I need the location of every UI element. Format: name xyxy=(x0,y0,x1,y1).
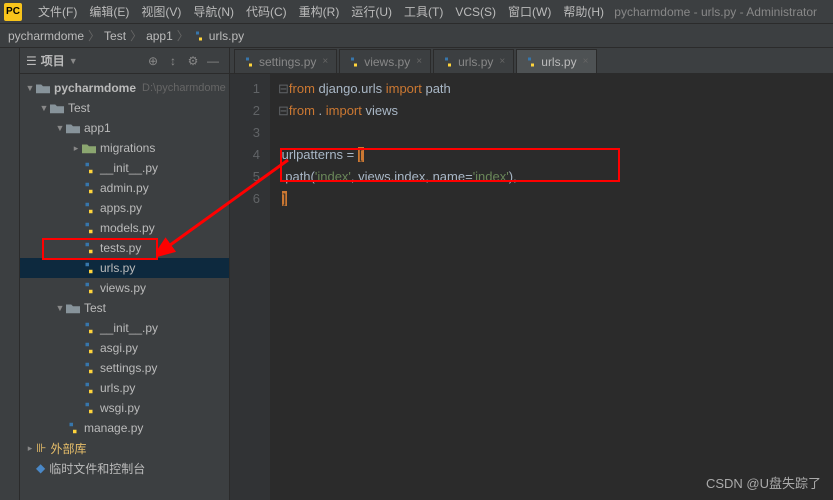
tree-file-init[interactable]: __init__.py xyxy=(20,158,229,178)
project-icon: ☰ xyxy=(26,54,37,68)
tree-app1-folder[interactable]: ▼app1 xyxy=(20,118,229,138)
pycharm-icon: PC xyxy=(4,3,22,21)
dropdown-icon[interactable]: ▼ xyxy=(69,56,78,66)
close-icon[interactable]: × xyxy=(416,56,422,67)
watermark: CSDN @U盘失踪了 xyxy=(706,473,821,492)
tree-file2-wsgi[interactable]: wsgi.py xyxy=(20,398,229,418)
menu-navigate[interactable]: 导航(N) xyxy=(187,3,240,20)
tab-urls-1[interactable]: urls.py× xyxy=(433,49,514,73)
close-icon[interactable]: × xyxy=(583,56,589,67)
menu-run[interactable]: 运行(U) xyxy=(345,3,398,20)
gear-icon[interactable]: ⚙ xyxy=(183,51,203,71)
left-gutter xyxy=(0,48,20,500)
tree-file-admin[interactable]: admin.py xyxy=(20,178,229,198)
editor-tabs: settings.py× views.py× urls.py× urls.py× xyxy=(230,48,833,74)
tree-test-folder[interactable]: ▼Test xyxy=(20,98,229,118)
tab-urls-2-active[interactable]: urls.py× xyxy=(516,49,597,73)
menu-window[interactable]: 窗口(W) xyxy=(502,3,557,20)
project-pane: ☰ 项目 ▼ ⊕ ↕ ⚙ — ▼pycharmdomeD:\pycharmdom… xyxy=(20,48,230,500)
tree-file-models[interactable]: models.py xyxy=(20,218,229,238)
close-icon[interactable]: × xyxy=(499,56,505,67)
menu-file[interactable]: 文件(F) xyxy=(32,3,83,20)
menu-code[interactable]: 代码(C) xyxy=(240,3,293,20)
line-gutter: 123456 xyxy=(230,74,270,500)
window-title: pycharmdome - urls.py - Administrator xyxy=(614,5,829,19)
crumb-sep: 〉 xyxy=(177,27,189,44)
tree-file2-asgi[interactable]: asgi.py xyxy=(20,338,229,358)
crumb-test[interactable]: Test xyxy=(104,29,126,43)
tree-file2-settings[interactable]: settings.py xyxy=(20,358,229,378)
tree-test2-folder[interactable]: ▼Test xyxy=(20,298,229,318)
menu-refactor[interactable]: 重构(R) xyxy=(293,3,346,20)
tree-file-apps[interactable]: apps.py xyxy=(20,198,229,218)
menu-tools[interactable]: 工具(T) xyxy=(398,3,449,20)
pane-title: 项目 xyxy=(41,52,65,69)
tree-migrations[interactable]: ▸migrations xyxy=(20,138,229,158)
menu-edit[interactable]: 编辑(E) xyxy=(83,3,135,20)
select-opened-icon[interactable]: ⊕ xyxy=(143,51,163,71)
tab-settings[interactable]: settings.py× xyxy=(234,49,337,73)
tree-file2-urls[interactable]: urls.py xyxy=(20,378,229,398)
tree-file-urls-selected[interactable]: urls.py xyxy=(20,258,229,278)
crumb-sep: 〉 xyxy=(130,27,142,44)
tree-file2-init[interactable]: __init__.py xyxy=(20,318,229,338)
breadcrumb: pycharmdome 〉 Test 〉 app1 〉 urls.py xyxy=(0,24,833,48)
code-area[interactable]: 123456 ⊟from django.urls import path ⊟fr… xyxy=(230,74,833,500)
tree-root[interactable]: ▼pycharmdomeD:\pycharmdome xyxy=(20,78,229,98)
crumb-file[interactable]: urls.py xyxy=(209,29,244,43)
project-tree[interactable]: ▼pycharmdomeD:\pycharmdome ▼Test ▼app1 ▸… xyxy=(20,74,229,500)
tree-file-views[interactable]: views.py xyxy=(20,278,229,298)
crumb-sep: 〉 xyxy=(88,27,100,44)
tree-file-tests[interactable]: tests.py xyxy=(20,238,229,258)
titlebar: PC 文件(F) 编辑(E) 视图(V) 导航(N) 代码(C) 重构(R) 运… xyxy=(0,0,833,24)
hide-icon[interactable]: — xyxy=(203,51,223,71)
crumb-app1[interactable]: app1 xyxy=(146,29,173,43)
scratches[interactable]: ◆临时文件和控制台 xyxy=(20,458,229,478)
tree-manage[interactable]: manage.py xyxy=(20,418,229,438)
close-icon[interactable]: × xyxy=(322,56,328,67)
crumb-root[interactable]: pycharmdome xyxy=(8,29,84,43)
editor: settings.py× views.py× urls.py× urls.py×… xyxy=(230,48,833,500)
tab-views[interactable]: views.py× xyxy=(339,49,431,73)
menu-vcs[interactable]: VCS(S) xyxy=(449,5,502,19)
pane-header: ☰ 项目 ▼ ⊕ ↕ ⚙ — xyxy=(20,48,229,74)
external-libraries[interactable]: ▸⊪外部库 xyxy=(20,438,229,458)
code-content[interactable]: ⊟from django.urls import path ⊟from . im… xyxy=(270,74,833,500)
menu-view[interactable]: 视图(V) xyxy=(135,3,187,20)
menu-help[interactable]: 帮助(H) xyxy=(557,3,610,20)
expand-icon[interactable]: ↕ xyxy=(163,51,183,71)
